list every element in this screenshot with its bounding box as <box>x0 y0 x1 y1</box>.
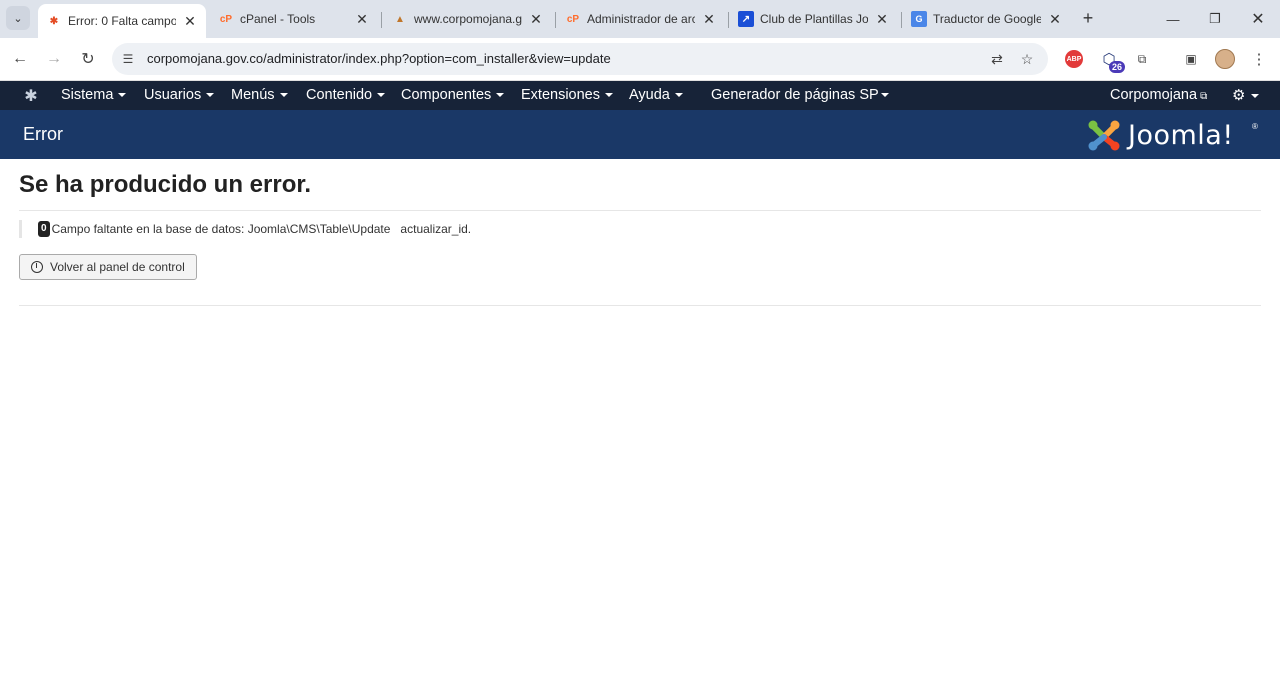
site-info-icon[interactable]: ☰ <box>120 51 136 67</box>
error-code-badge: 0 <box>38 221 50 237</box>
gear-icon[interactable]: ⚙ <box>1232 86 1260 104</box>
joomla-logo: Joomla! ® <box>1086 116 1258 154</box>
back-button[interactable]: ← <box>8 47 32 71</box>
side-panel-icon[interactable]: ▣ <box>1181 49 1201 69</box>
menu-extensiones[interactable]: Extensiones <box>521 87 613 103</box>
bookmark-star-icon[interactable]: ☆ <box>1018 50 1036 68</box>
tab-title: www.corpomojana.gov.co <box>414 12 522 26</box>
error-message: Campo faltante en la base de datos: Joom… <box>51 222 472 236</box>
reload-button[interactable]: ↻ <box>76 47 100 71</box>
joomla-logo-icon <box>1088 120 1120 151</box>
tab-file-manager[interactable]: cP Administrador de archivos ✕ <box>557 5 725 33</box>
window-close-button[interactable]: ✕ <box>1246 8 1270 30</box>
browser-toolbar: ← → ↻ ☰ corpomojana.gov.co/administrator… <box>0 38 1280 81</box>
extension-badge: 26 <box>1108 61 1125 73</box>
menu-sistema[interactable]: Sistema <box>61 87 127 103</box>
close-icon[interactable]: ✕ <box>874 11 890 27</box>
tab-title: Traductor de Google <box>933 12 1041 26</box>
error-message-block: 0 Campo faltante en la base de datos: Jo… <box>19 220 1261 238</box>
browser-menu-icon[interactable]: ⋮ <box>1249 49 1269 69</box>
menu-menus[interactable]: Menús <box>231 87 288 103</box>
tab-title: cPanel - Tools <box>240 12 316 26</box>
translate-page-icon[interactable]: ⇄ <box>988 50 1006 68</box>
close-icon[interactable]: ✕ <box>182 13 198 29</box>
tab-separator <box>728 12 729 28</box>
registered-mark: ® <box>1252 122 1258 131</box>
extensions-puzzle-icon[interactable]: ⧉ <box>1132 49 1152 69</box>
cpanel-icon: cP <box>566 13 580 25</box>
back-to-dashboard-button[interactable]: Volver al panel de control <box>19 254 197 280</box>
joomla-wordmark: Joomla! <box>1128 120 1234 151</box>
cpanel-icon: cP <box>219 13 233 25</box>
joomla-admin-menu: ✱ Sistema Usuarios Menús Contenido Compo… <box>0 81 1280 110</box>
minimize-button[interactable]: — <box>1161 8 1185 30</box>
close-icon[interactable]: ✕ <box>1047 11 1063 27</box>
menu-usuarios[interactable]: Usuarios <box>144 87 215 103</box>
browser-tabstrip: ⌄ ✱ Error: 0 Falta campo en ✕ cP cPanel … <box>0 0 1280 38</box>
tab-separator <box>555 12 556 28</box>
restore-button[interactable]: ❐ <box>1203 8 1227 30</box>
tab-error[interactable]: ✱ Error: 0 Falta campo en ✕ <box>38 4 206 38</box>
dashboard-icon <box>31 261 43 273</box>
menu-componentes[interactable]: Componentes <box>401 87 505 103</box>
site-icon: ▲ <box>395 13 405 25</box>
url-text[interactable]: corpomojana.gov.co/administrator/index.p… <box>147 51 611 66</box>
page-title: Error <box>23 124 63 144</box>
close-icon[interactable]: ✕ <box>701 11 717 27</box>
tab-search-icon[interactable]: ⌄ <box>6 6 30 30</box>
forward-button[interactable]: → <box>42 47 66 71</box>
error-content: Se ha producido un error. 0 Campo faltan… <box>19 170 1261 306</box>
menu-page-builder[interactable]: Generador de páginas SP <box>711 87 889 103</box>
error-heading: Se ha producido un error. <box>19 170 1261 211</box>
club-icon: ↗ <box>738 11 754 27</box>
adblock-extension-icon[interactable]: ABP <box>1064 49 1084 69</box>
close-icon[interactable]: ✕ <box>354 11 370 27</box>
tab-corpomojana[interactable]: ▲ www.corpomojana.gov.co ✕ <box>384 5 552 33</box>
tab-club-plantillas[interactable]: ↗ Club de Plantillas Joomla ✕ <box>730 5 898 33</box>
translate-icon: G <box>911 11 927 27</box>
tab-separator <box>901 12 902 28</box>
joomla-icon[interactable]: ✱ <box>22 87 40 105</box>
external-link-icon: ⧉ <box>1200 91 1208 102</box>
tab-title: Club de Plantillas Joomla <box>760 12 868 26</box>
menu-ayuda[interactable]: Ayuda <box>629 87 683 103</box>
extension-icon[interactable]: ⬡ 26 <box>1099 49 1125 73</box>
divider <box>19 305 1261 306</box>
tab-title: Error: 0 Falta campo en <box>68 14 176 28</box>
new-tab-button[interactable]: + <box>1078 8 1098 28</box>
tab-cpanel-tools[interactable]: cP cPanel - Tools ✕ <box>210 5 378 33</box>
close-icon[interactable]: ✕ <box>528 11 544 27</box>
menu-contenido[interactable]: Contenido <box>306 87 386 103</box>
profile-avatar[interactable] <box>1215 49 1235 69</box>
joomla-icon: ✱ <box>49 15 59 27</box>
tab-title: Administrador de archivos <box>587 12 695 26</box>
address-bar[interactable]: ☰ corpomojana.gov.co/administrator/index… <box>112 43 1048 75</box>
site-link[interactable]: Corpomojana ⧉ <box>1110 87 1207 103</box>
tab-google-translate[interactable]: G Traductor de Google ✕ <box>903 5 1071 33</box>
tab-separator <box>381 12 382 28</box>
